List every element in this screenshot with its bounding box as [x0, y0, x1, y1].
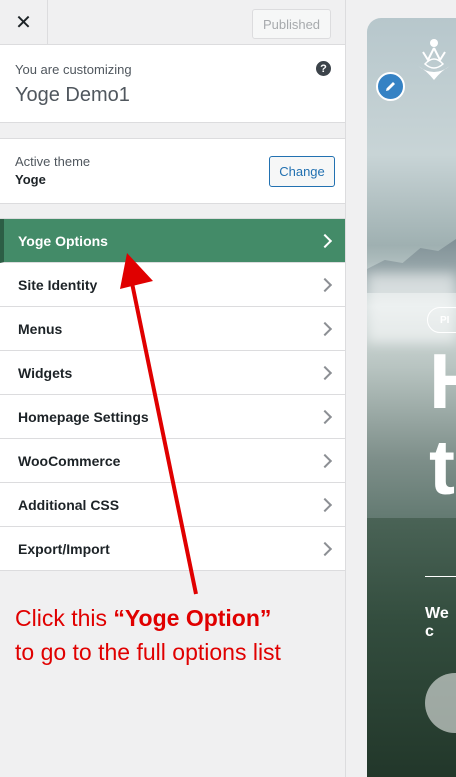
menu-item-label: WooCommerce — [18, 452, 121, 469]
annotation-prefix: Click this — [15, 605, 114, 631]
customizer-menu: Yoge Options Site Identity Menus Widgets… — [0, 218, 345, 571]
customizing-info: You are customizing Yoge Demo1 ? — [0, 45, 345, 123]
menu-item-label: Export/Import — [18, 540, 110, 557]
menu-item-yoge-options[interactable]: Yoge Options — [0, 219, 345, 263]
menu-item-label: Site Identity — [18, 276, 98, 293]
annotation-text: Click this “Yoge Option” to go to the fu… — [15, 601, 281, 669]
menu-item-label: Menus — [18, 320, 63, 337]
close-icon: ✕ — [15, 11, 32, 34]
active-theme-panel: Active theme Yoge Change — [0, 138, 345, 204]
hero-heading-line2: t — [429, 423, 455, 511]
menu-item-label: Yoge Options — [18, 232, 108, 249]
menu-item-menus[interactable]: Menus — [0, 307, 345, 351]
annotation-line2: to go to the full options list — [15, 639, 281, 665]
site-preview[interactable]: PI H t We c — [367, 18, 456, 777]
close-button[interactable]: ✕ — [0, 0, 48, 44]
chevron-right-icon — [317, 541, 333, 556]
menu-item-widgets[interactable]: Widgets — [0, 351, 345, 395]
hero-heading-line1: H — [429, 338, 456, 424]
menu-item-label: Homepage Settings — [18, 408, 149, 425]
hero-subtext: We c — [425, 605, 449, 640]
chevron-right-icon — [317, 233, 333, 248]
pencil-icon — [386, 82, 395, 91]
menu-item-woocommerce[interactable]: WooCommerce — [0, 439, 345, 483]
hero-tag[interactable]: PI — [427, 307, 456, 333]
chevron-right-icon — [317, 497, 333, 512]
annotation-line1: Click this “Yoge Option” — [15, 601, 281, 635]
menu-item-label: Additional CSS — [18, 496, 120, 513]
published-button[interactable]: Published — [252, 9, 331, 39]
customizer-header: ✕ Published — [0, 0, 345, 45]
edit-shortcut-button[interactable] — [376, 72, 405, 101]
menu-item-label: Widgets — [18, 364, 73, 381]
chevron-right-icon — [317, 365, 333, 380]
customizing-label: You are customizing — [15, 62, 132, 77]
annotation-highlight: “Yoge Option” — [113, 605, 272, 631]
menu-item-export-import[interactable]: Export/Import — [0, 527, 345, 571]
chevron-right-icon — [317, 321, 333, 336]
hero-heading: H t — [429, 338, 456, 510]
menu-item-additional-css[interactable]: Additional CSS — [0, 483, 345, 527]
chevron-right-icon — [317, 453, 333, 468]
chevron-right-icon — [317, 277, 333, 292]
menu-item-site-identity[interactable]: Site Identity — [0, 263, 345, 307]
hero-divider — [425, 576, 456, 577]
chevron-right-icon — [317, 409, 333, 424]
forest-graphic — [367, 518, 456, 777]
theme-name: Yoge — [15, 172, 46, 187]
help-icon[interactable]: ? — [316, 61, 331, 76]
yoga-lotus-logo-icon — [418, 39, 450, 80]
site-title: Yoge Demo1 — [15, 84, 130, 106]
menu-item-homepage-settings[interactable]: Homepage Settings — [0, 395, 345, 439]
active-theme-label: Active theme — [15, 154, 91, 169]
change-theme-button[interactable]: Change — [269, 156, 335, 187]
